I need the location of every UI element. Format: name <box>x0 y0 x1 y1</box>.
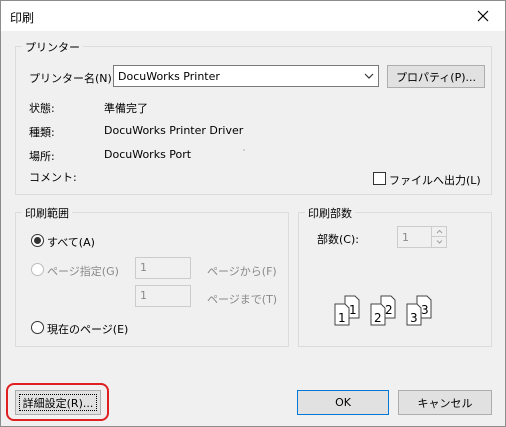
close-icon <box>477 10 489 22</box>
print-range-group-label: 印刷範囲 <box>22 205 72 221</box>
print-to-file-label[interactable]: ファイルへ出力(L) <box>389 172 481 188</box>
spin-up-button[interactable] <box>431 227 446 237</box>
status-label: 状態: <box>29 102 55 115</box>
title-bar: 印刷 <box>1 1 505 31</box>
printer-name-select[interactable]: DocuWorks Printer <box>113 65 379 87</box>
page-from-suffix: ページから(F) <box>207 265 277 278</box>
separator-dot <box>243 149 245 151</box>
chevron-down-icon <box>436 240 443 244</box>
range-current-page-radio[interactable] <box>31 321 44 334</box>
printer-name-label: プリンター名(N): <box>29 72 116 85</box>
copies-label: 部数(C): <box>317 233 359 246</box>
range-pages-label[interactable]: ページ指定(G) <box>47 263 119 279</box>
spin-down-button[interactable] <box>431 237 446 247</box>
status-value: 準備完了 <box>104 102 148 115</box>
copies-value: 1 <box>402 231 409 244</box>
window-title: 印刷 <box>10 11 35 25</box>
cancel-button-label: キャンセル <box>417 396 473 410</box>
collate-page-label: 2 <box>374 311 382 325</box>
range-pages-radio[interactable] <box>31 263 44 276</box>
properties-button-label: プロパティ(P)... <box>395 70 477 84</box>
type-value: DocuWorks Printer Driver <box>104 124 244 137</box>
copies-spinner[interactable]: 1 <box>397 226 447 248</box>
page-from-input[interactable]: 1 <box>135 257 191 279</box>
collate-page-label: 1 <box>338 311 346 325</box>
copies-group-label: 印刷部数 <box>305 205 355 221</box>
location-value: DocuWorks Port <box>104 148 192 161</box>
properties-button[interactable]: プロパティ(P)... <box>387 65 485 88</box>
location-label: 場所: <box>29 150 55 163</box>
chevron-down-icon <box>364 73 374 79</box>
print-dialog: 印刷 プリンター プリンター名(N): DocuWorks Printer プロ… <box>0 0 506 427</box>
chevron-up-icon <box>436 229 443 234</box>
collate-page-label: 1 <box>349 303 357 317</box>
range-all-radio[interactable] <box>31 234 44 247</box>
printer-name-value: DocuWorks Printer <box>118 70 220 83</box>
ok-button-label: OK <box>335 396 351 409</box>
type-label: 種類: <box>29 126 55 139</box>
range-all-label[interactable]: すべて(A) <box>47 234 95 250</box>
comment-label: コメント: <box>29 171 77 184</box>
collate-page-label: 3 <box>421 303 429 317</box>
cancel-button[interactable]: キャンセル <box>398 390 492 415</box>
collate-page-label: 3 <box>410 311 418 325</box>
range-current-page-label[interactable]: 現在のページ(E) <box>47 321 128 337</box>
highlight-annotation <box>6 383 109 421</box>
page-to-input[interactable]: 1 <box>135 285 191 307</box>
ok-button[interactable]: OK <box>297 390 389 415</box>
print-to-file-checkbox[interactable] <box>373 172 386 185</box>
collate-page-label: 2 <box>385 303 393 317</box>
close-button[interactable] <box>461 1 505 31</box>
collate-icon: 1 1 2 2 3 3 <box>334 295 432 326</box>
page-to-suffix: ページまで(T) <box>207 293 278 306</box>
printer-group-label: プリンター <box>22 39 83 55</box>
